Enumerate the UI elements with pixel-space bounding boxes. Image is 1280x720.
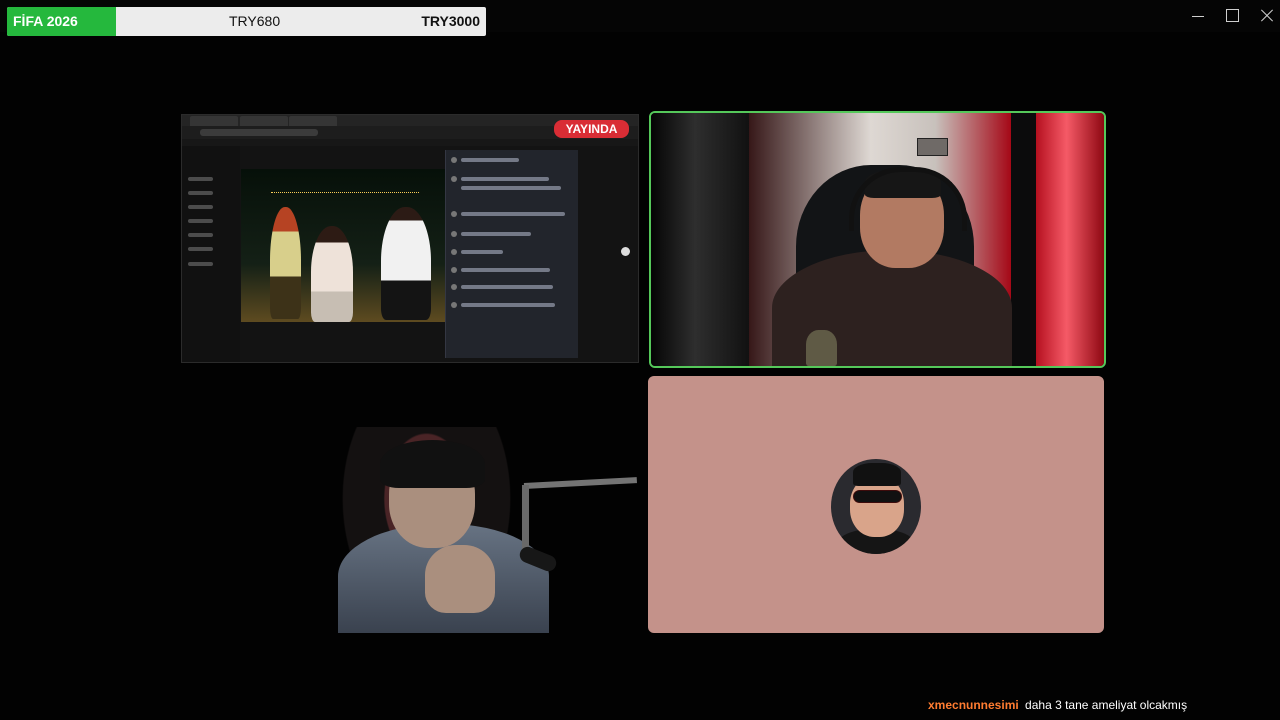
- menu-item[interactable]: [188, 262, 213, 266]
- window-title-bar: FİFA 2026 TRY680 TRY3000: [0, 0, 1280, 36]
- close-button[interactable]: [1256, 6, 1278, 26]
- main-webcam[interactable]: [649, 111, 1106, 368]
- menu-item[interactable]: [188, 247, 213, 251]
- url-placeholder: [200, 129, 318, 136]
- menu-item[interactable]: [188, 219, 213, 223]
- chat-username[interactable]: xmecnunnesimi: [928, 698, 1019, 712]
- donation-goal-title: FİFA 2026: [13, 13, 78, 29]
- comment-line: [461, 186, 561, 190]
- commenter-avatar: [451, 267, 457, 273]
- comment-line: [461, 268, 550, 272]
- comment-panel: [445, 150, 578, 358]
- commenter-avatar: [451, 249, 457, 255]
- person-figure: [381, 207, 431, 320]
- guest-hair: [380, 440, 485, 488]
- microphone-arm: [523, 477, 637, 489]
- bookmark-bar: [182, 139, 638, 146]
- person-figure: [311, 226, 353, 322]
- commenter-avatar: [451, 176, 457, 182]
- menu-item[interactable]: [188, 233, 213, 237]
- microphone-stand: [522, 485, 529, 551]
- shared-photo: [241, 169, 447, 322]
- microphone-icon: [806, 330, 837, 366]
- minimize-button[interactable]: [1188, 6, 1210, 26]
- participant-avatar: [831, 459, 921, 554]
- comment-line: [461, 285, 553, 289]
- commenter-avatar: [451, 157, 457, 163]
- person-figure: [270, 207, 301, 319]
- secondary-webcam[interactable]: [338, 367, 637, 633]
- next-icon[interactable]: [621, 247, 630, 256]
- chat-message: xmecnunnesimi daha 3 tane ameliyat olcak…: [928, 696, 1258, 714]
- comment-line: [461, 250, 503, 254]
- wall-device: [917, 138, 948, 156]
- commenter-avatar: [451, 302, 457, 308]
- donation-goal-amount: TRY3000: [421, 13, 480, 29]
- chat-message-text: daha 3 tane ameliyat olcakmış: [1025, 698, 1188, 712]
- menu-item[interactable]: [188, 205, 213, 209]
- sunglasses-icon: [854, 491, 901, 502]
- instagram-side-menu: [182, 146, 240, 362]
- live-badge: YAYINDA: [554, 120, 629, 138]
- donation-current-amount: TRY680: [229, 13, 281, 29]
- maximize-button[interactable]: [1222, 6, 1244, 26]
- comment-line: [461, 177, 549, 181]
- participant-avatar-tile[interactable]: [648, 376, 1104, 633]
- menu-item[interactable]: [188, 191, 213, 195]
- commenter-avatar: [451, 211, 457, 217]
- guest-hand: [425, 545, 495, 613]
- menu-item[interactable]: [188, 177, 213, 181]
- commenter-avatar: [451, 231, 457, 237]
- screen-share-video[interactable]: YAYINDA: [181, 114, 639, 363]
- comment-line: [461, 212, 565, 216]
- browser-tab[interactable]: [190, 116, 238, 126]
- dark-curtain: [651, 113, 749, 366]
- avatar-hair: [853, 463, 901, 486]
- browser-tab[interactable]: [289, 116, 337, 126]
- comment-line: [461, 158, 519, 162]
- browser-tab[interactable]: [240, 116, 288, 126]
- comment-line: [461, 232, 531, 236]
- donation-goal-bar: FİFA 2026 TRY680 TRY3000: [7, 7, 486, 36]
- comment-line: [461, 303, 555, 307]
- red-light: [1036, 113, 1104, 366]
- commenter-avatar: [451, 284, 457, 290]
- party-lights: [271, 192, 419, 203]
